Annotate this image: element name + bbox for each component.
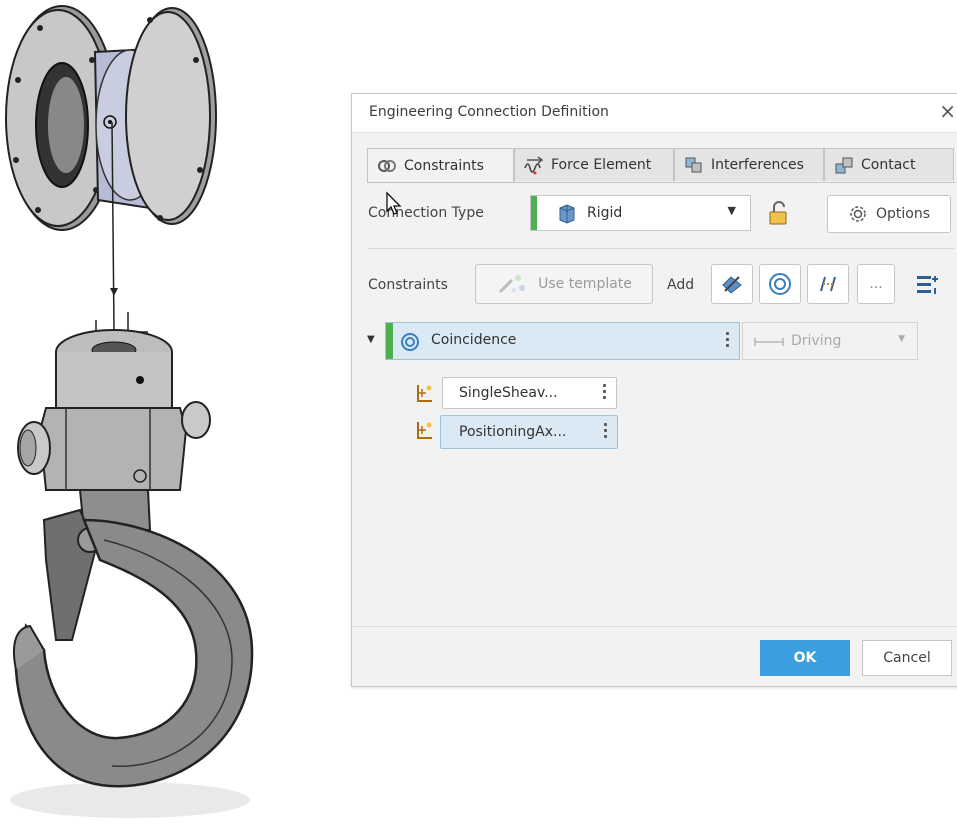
tab-label: Contact xyxy=(861,157,916,173)
footer-divider xyxy=(352,626,957,627)
tab-constraints[interactable]: Constraints xyxy=(367,148,514,183)
add-offset-button[interactable] xyxy=(807,264,849,304)
3d-viewport[interactable] xyxy=(0,0,330,820)
tab-divider xyxy=(367,182,956,183)
reference-positioning-axis[interactable]: PositioningAx... xyxy=(440,415,618,449)
expand-list-icon[interactable] xyxy=(915,272,941,298)
collapse-arrow-icon[interactable]: ▼ xyxy=(367,334,375,345)
chevron-down-icon: ▼ xyxy=(898,334,905,344)
tab-label: Constraints xyxy=(404,158,484,174)
cursor-icon xyxy=(386,191,402,215)
offset-icon xyxy=(820,276,836,292)
kebab-menu-icon[interactable] xyxy=(604,423,608,441)
connection-type-value: Rigid xyxy=(587,205,623,221)
tab-interferences[interactable]: Interferences xyxy=(674,148,824,181)
use-template-label: Use template xyxy=(538,276,632,292)
connection-type-select[interactable]: Rigid ▼ xyxy=(530,195,751,231)
options-label: Options xyxy=(875,206,931,222)
coincidence-constraint[interactable]: Coincidence xyxy=(385,322,740,360)
status-bar xyxy=(386,323,393,359)
coincidence-label: Coincidence xyxy=(431,332,517,348)
add-coincidence-button[interactable] xyxy=(759,264,801,304)
tab-label: Force Element xyxy=(551,157,652,173)
tab-contact[interactable]: Contact xyxy=(824,148,954,181)
more-label: ... xyxy=(869,276,883,292)
ok-button[interactable]: OK xyxy=(760,640,850,676)
options-button[interactable]: Options xyxy=(827,195,951,233)
contact-icon xyxy=(835,157,853,174)
dialog-title: Engineering Connection Definition xyxy=(369,104,609,120)
kebab-menu-icon[interactable] xyxy=(726,332,730,350)
tab-bar: Constraints Force Element Interferences … xyxy=(367,148,957,183)
add-contact-constraint-button[interactable] xyxy=(711,264,753,304)
driving-select[interactable]: Driving ▼ xyxy=(742,322,918,360)
coincidence-icon xyxy=(401,333,419,351)
driving-label: Driving xyxy=(791,333,842,349)
lock-open-icon[interactable] xyxy=(766,201,790,227)
chevron-down-icon: ▼ xyxy=(727,204,736,217)
hook-assembly-model[interactable] xyxy=(0,0,330,820)
connection-type-row: Connection Type Rigid ▼ Options xyxy=(368,191,957,233)
cancel-button[interactable]: Cancel xyxy=(862,640,952,676)
axis-system-icon xyxy=(417,422,432,439)
interferences-icon xyxy=(685,157,702,173)
constraints-icon xyxy=(378,160,396,172)
tab-label: Interferences xyxy=(711,157,804,173)
more-constraints-button[interactable]: ... xyxy=(857,264,895,304)
kebab-menu-icon[interactable] xyxy=(603,384,607,402)
engineering-connection-dialog: Engineering Connection Definition × Cons… xyxy=(351,93,957,687)
status-bar xyxy=(531,196,537,230)
spring-icon xyxy=(524,156,544,175)
close-icon[interactable]: × xyxy=(939,99,956,123)
reference-single-sheave[interactable]: SingleSheav... xyxy=(442,377,617,409)
tab-force-element[interactable]: Force Element xyxy=(514,148,674,181)
reference-label: SingleSheav... xyxy=(459,385,558,401)
divider xyxy=(368,248,954,249)
coincidence-icon xyxy=(769,273,791,295)
dialog-titlebar[interactable]: Engineering Connection Definition × xyxy=(352,94,957,133)
reference-label: PositioningAx... xyxy=(459,424,567,440)
rigid-icon xyxy=(559,204,575,224)
axis-system-icon xyxy=(417,385,432,402)
contact-constraint-icon xyxy=(722,276,742,294)
magic-wand-icon xyxy=(499,275,526,294)
dimension-arrow-icon xyxy=(754,338,784,346)
add-label: Add xyxy=(667,277,695,293)
use-template-button[interactable]: Use template xyxy=(475,264,653,304)
gear-icon xyxy=(850,206,866,222)
constraints-label: Constraints xyxy=(368,277,448,293)
